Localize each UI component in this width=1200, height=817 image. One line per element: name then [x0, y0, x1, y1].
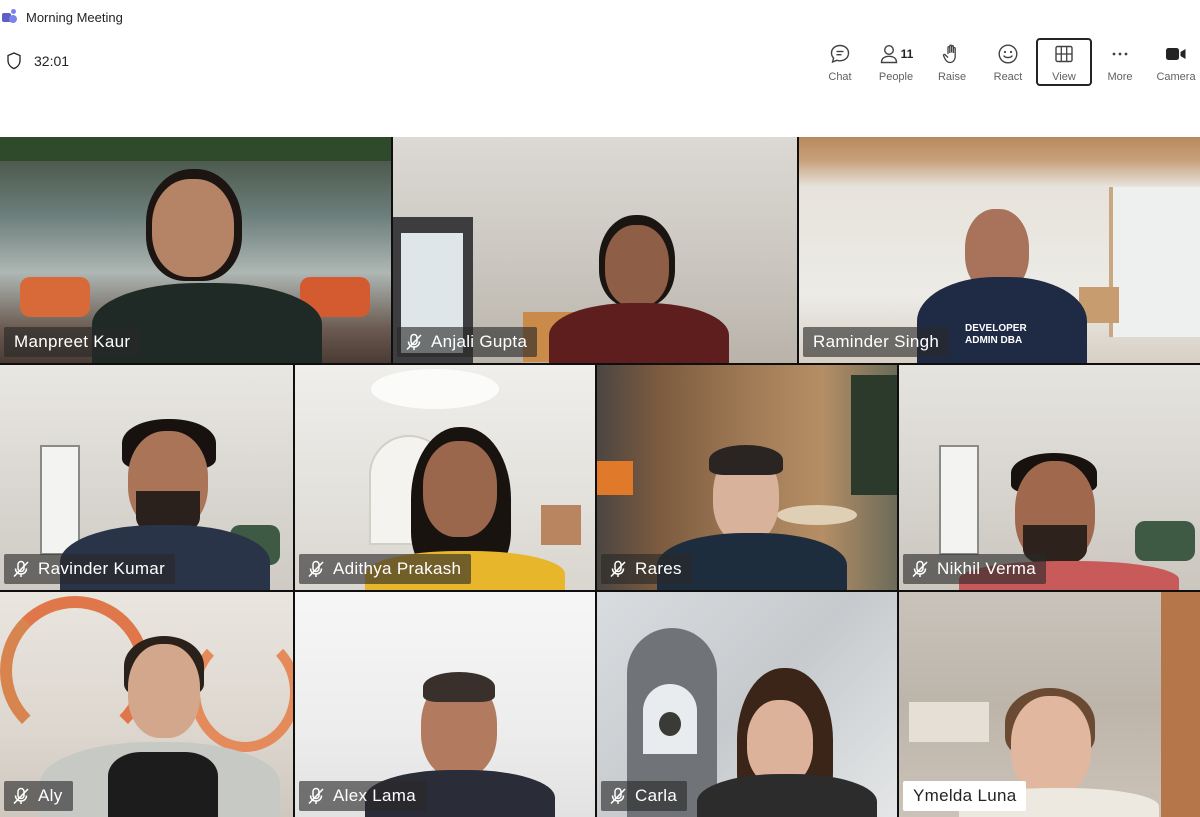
participant-name-tag: Aly [4, 781, 73, 811]
video-grid: Manpreet Kaur Anjali Gupta DEVELOPER ADM… [0, 137, 1200, 817]
raise-label: Raise [937, 71, 967, 83]
react-label: React [993, 71, 1023, 83]
title-bar: Morning Meeting [0, 0, 1200, 34]
mic-off-icon [308, 560, 324, 578]
participant-name-tag: Adithya Prakash [299, 554, 472, 584]
smiley-icon [998, 44, 1018, 64]
timer-text: 32:01 [34, 53, 70, 69]
people-count: 11 [900, 47, 914, 61]
camera-button[interactable]: Camera [1152, 38, 1200, 86]
participant-name: Anjali Gupta [431, 332, 528, 351]
participant-name: Carla [635, 786, 678, 805]
video-tile[interactable]: Nikhil Verma [899, 365, 1200, 590]
hand-icon [942, 44, 956, 64]
meeting-title: Morning Meeting [26, 9, 123, 25]
video-tile[interactable]: DEVELOPER ADMIN DBA Raminder Singh [799, 137, 1200, 363]
participant-name: Manpreet Kaur [14, 332, 131, 351]
video-tile[interactable]: Aly [0, 592, 293, 817]
participant-name-tag: Manpreet Kaur [4, 327, 141, 357]
participant-name-tag: Raminder Singh [803, 327, 950, 357]
mic-off-icon [13, 560, 29, 578]
participant-name-tag: Ravinder Kumar [4, 554, 176, 584]
chat-button[interactable]: Chat [812, 38, 868, 86]
more-label: More [1107, 71, 1133, 83]
react-button[interactable]: React [980, 38, 1036, 86]
mic-off-icon [308, 787, 324, 805]
participant-name-tag: Anjali Gupta [397, 327, 538, 357]
participant-name: Raminder Singh [813, 332, 940, 351]
camera-label: Camera [1156, 71, 1196, 83]
participant-name: Nikhil Verma [937, 559, 1037, 578]
participant-name-tag: Ymelda Luna [903, 781, 1027, 811]
participant-name-tag: Rares [601, 554, 692, 584]
chat-icon [830, 44, 850, 64]
chat-label: Chat [828, 71, 852, 83]
meeting-toolbar: Chat 11 People Raise React View More Cam… [812, 38, 1200, 86]
participant-name: Ymelda Luna [913, 786, 1017, 805]
video-tile[interactable]: Manpreet Kaur [0, 137, 391, 363]
video-tile[interactable]: Carla [597, 592, 897, 817]
raise-hand-button[interactable]: Raise [924, 38, 980, 86]
video-tile[interactable]: Ymelda Luna [899, 592, 1200, 817]
mic-off-icon [610, 787, 626, 805]
people-button[interactable]: 11 People [868, 38, 924, 86]
participant-name: Ravinder Kumar [38, 559, 166, 578]
meeting-timer: 32:01 [6, 52, 69, 70]
video-tile[interactable]: Anjali Gupta [393, 137, 797, 363]
participant-name: Alex Lama [333, 786, 417, 805]
participant-name-tag: Nikhil Verma [903, 554, 1047, 584]
shirt-print: DEVELOPER ADMIN DBA [965, 323, 1027, 346]
teams-logo-icon [2, 9, 18, 25]
participant-name: Rares [635, 559, 682, 578]
mic-off-icon [406, 333, 422, 351]
video-tile[interactable]: Rares [597, 365, 897, 590]
mic-off-icon [610, 560, 626, 578]
people-label: People [878, 71, 914, 83]
grid-view-icon [1055, 45, 1073, 63]
participant-name: Aly [38, 786, 63, 805]
participant-name-tag: Alex Lama [299, 781, 427, 811]
video-camera-icon [1166, 48, 1186, 60]
mic-off-icon [912, 560, 928, 578]
video-tile[interactable]: Ravinder Kumar [0, 365, 293, 590]
people-icon [880, 44, 897, 64]
video-tile[interactable]: Alex Lama [295, 592, 595, 817]
participant-name: Adithya Prakash [333, 559, 462, 578]
view-label: View [1052, 71, 1076, 83]
mic-off-icon [13, 787, 29, 805]
more-button[interactable]: More [1092, 38, 1148, 86]
shield-icon [7, 52, 21, 70]
view-button[interactable]: View [1036, 38, 1092, 86]
more-icon [1112, 52, 1128, 56]
participant-name-tag: Carla [601, 781, 688, 811]
video-tile[interactable]: Adithya Prakash [295, 365, 595, 590]
